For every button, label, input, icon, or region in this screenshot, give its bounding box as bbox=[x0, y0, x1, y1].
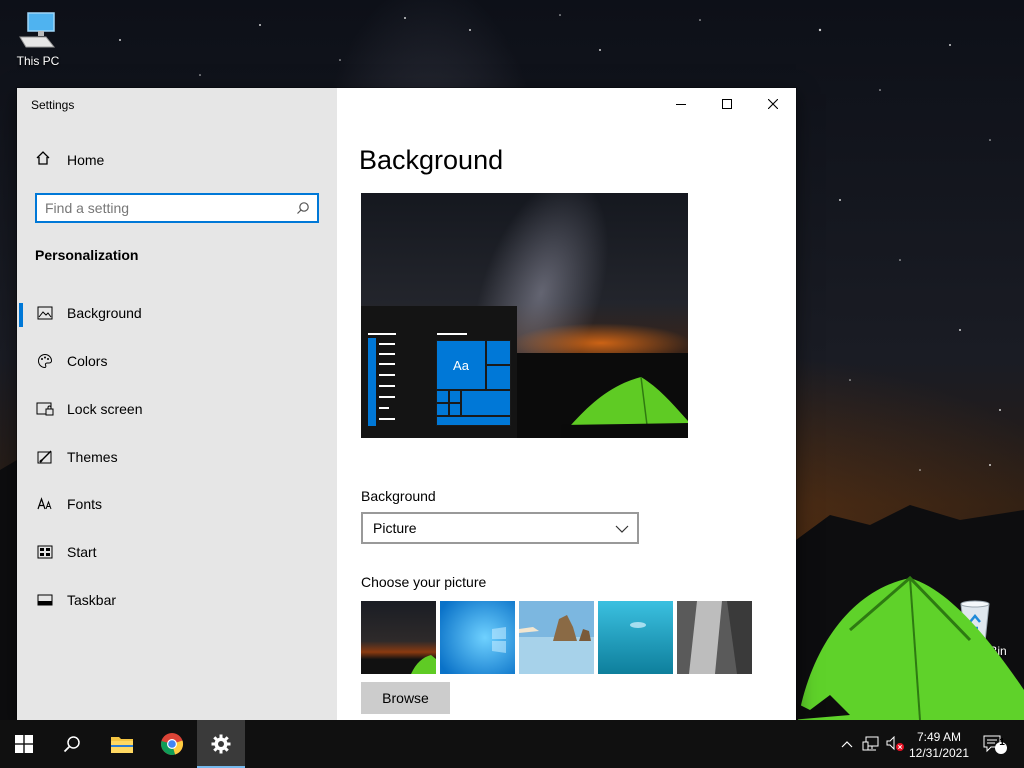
network-button[interactable] bbox=[860, 720, 882, 768]
search-button[interactable] bbox=[48, 720, 96, 768]
picture-thumbnails bbox=[361, 601, 752, 674]
minimize-icon bbox=[676, 104, 686, 105]
search-box[interactable] bbox=[35, 193, 319, 223]
gear-icon bbox=[211, 734, 231, 754]
thumbnail-underwater[interactable] bbox=[598, 601, 673, 674]
taskbar-icon bbox=[35, 594, 55, 606]
sidebar-item-label: Fonts bbox=[67, 496, 103, 512]
sidebar-item-label: Background bbox=[67, 305, 142, 321]
action-center-button[interactable]: 1 bbox=[978, 720, 1012, 768]
desktop-icon-label: This PC bbox=[16, 54, 60, 68]
sidebar-item-background[interactable]: Background bbox=[17, 293, 337, 333]
start-button[interactable] bbox=[0, 720, 48, 768]
clock-time: 7:49 AM bbox=[916, 730, 962, 744]
start-icon bbox=[35, 545, 55, 559]
wallpaper-tent bbox=[790, 575, 1024, 720]
themes-icon bbox=[35, 449, 55, 465]
settings-taskbar-button[interactable] bbox=[197, 720, 245, 768]
sidebar-item-themes[interactable]: Themes bbox=[17, 437, 337, 477]
settings-sidebar: Settings Home Personalization Background bbox=[17, 88, 337, 720]
close-icon bbox=[768, 99, 778, 109]
computer-icon bbox=[3, 8, 73, 54]
maximize-button[interactable] bbox=[704, 88, 750, 120]
nav-home[interactable]: Home bbox=[35, 150, 104, 169]
search-input[interactable] bbox=[37, 199, 289, 217]
close-button[interactable] bbox=[750, 88, 796, 120]
chevron-down-icon bbox=[615, 520, 629, 536]
settings-content: Background Aa Background Picture Choose … bbox=[337, 88, 796, 720]
thumbnail-windows-blue[interactable] bbox=[440, 601, 515, 674]
sidebar-item-label: Colors bbox=[67, 353, 108, 369]
preview-tent bbox=[561, 376, 688, 438]
system-clock[interactable]: 7:49 AM 12/31/2021 bbox=[900, 729, 978, 761]
settings-window: Settings Home Personalization Background bbox=[17, 88, 796, 720]
show-hidden-icons-button[interactable] bbox=[838, 720, 856, 768]
network-icon bbox=[862, 736, 879, 751]
minimize-button[interactable] bbox=[658, 88, 704, 120]
dropdown-value: Picture bbox=[373, 520, 417, 536]
maximize-icon bbox=[722, 99, 732, 109]
choose-picture-label: Choose your picture bbox=[361, 574, 487, 590]
sidebar-item-colors[interactable]: Colors bbox=[17, 341, 337, 381]
picture-icon bbox=[35, 306, 55, 320]
sidebar-item-start[interactable]: Start bbox=[17, 532, 337, 572]
chevron-up-icon bbox=[841, 741, 853, 748]
sidebar-item-taskbar[interactable]: Taskbar bbox=[17, 580, 337, 620]
nav-home-label: Home bbox=[67, 151, 105, 168]
sidebar-item-label: Lock screen bbox=[67, 401, 143, 417]
palette-icon bbox=[35, 353, 55, 369]
thumbnail-night-tent[interactable] bbox=[361, 601, 436, 674]
desktop-icon-this-pc[interactable]: This PC bbox=[3, 8, 73, 68]
thumbnail-beach-rocks[interactable] bbox=[519, 601, 594, 674]
background-label: Background bbox=[361, 488, 436, 504]
background-preview: Aa bbox=[361, 193, 688, 438]
background-dropdown[interactable]: Picture bbox=[361, 512, 639, 544]
thumbnail-rock-waterfall[interactable] bbox=[677, 601, 752, 674]
sidebar-item-label: Start bbox=[67, 544, 97, 560]
windows-logo-icon bbox=[15, 735, 33, 753]
preview-start-menu: Aa bbox=[361, 306, 517, 438]
lock-screen-icon bbox=[35, 402, 55, 416]
browse-button[interactable]: Browse bbox=[361, 682, 450, 714]
clock-date: 12/31/2021 bbox=[908, 746, 970, 760]
folder-icon bbox=[111, 737, 133, 753]
sidebar-item-fonts[interactable]: Fonts bbox=[17, 484, 337, 524]
window-controls bbox=[658, 88, 796, 120]
file-explorer-button[interactable] bbox=[98, 720, 146, 768]
chrome-button[interactable] bbox=[148, 720, 196, 768]
search-icon bbox=[63, 736, 80, 753]
page-title: Background bbox=[359, 145, 504, 175]
notification-badge: 1 bbox=[999, 737, 1005, 748]
search-icon[interactable] bbox=[289, 201, 317, 215]
chrome-icon bbox=[161, 733, 184, 755]
section-label: Personalization bbox=[35, 247, 139, 263]
window-title: Settings bbox=[31, 98, 75, 112]
sidebar-item-label: Taskbar bbox=[67, 592, 117, 608]
sidebar-item-lock-screen[interactable]: Lock screen bbox=[17, 389, 337, 429]
sidebar-item-label: Themes bbox=[67, 449, 118, 465]
taskbar: 7:49 AM 12/31/2021 1 bbox=[0, 720, 1024, 768]
preview-tile-aa: Aa bbox=[436, 340, 486, 390]
fonts-icon bbox=[35, 497, 55, 511]
home-icon bbox=[35, 150, 51, 169]
